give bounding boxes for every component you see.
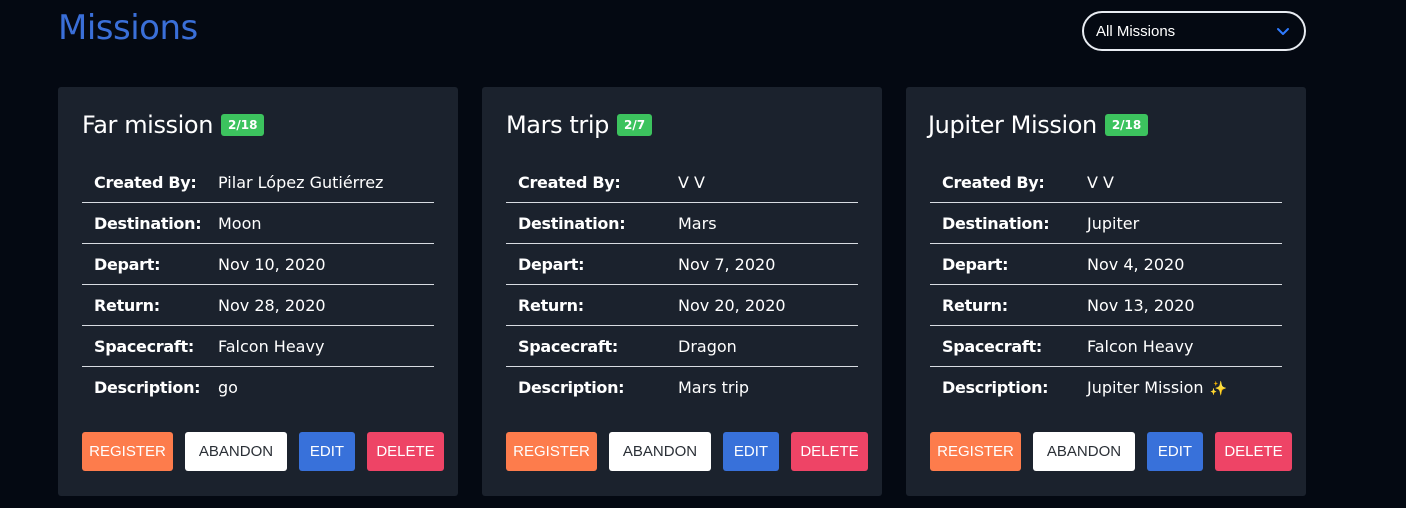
mission-filter-selected-value: All Missions <box>1096 22 1176 40</box>
mission-details-table: Created By: V V Destination: Jupiter Dep… <box>930 162 1282 407</box>
detail-row-created-by: Created By: V V <box>506 162 858 203</box>
detail-label: Created By: <box>506 162 678 203</box>
detail-label: Description: <box>518 377 625 397</box>
crew-count-badge: 2/18 <box>1104 114 1149 136</box>
detail-value: Falcon Heavy <box>218 325 434 367</box>
detail-row-spacecraft: Spacecraft: Falcon Heavy <box>930 325 1282 367</box>
detail-label: Spacecraft: <box>506 325 678 367</box>
detail-label: Created By: <box>930 162 1087 203</box>
detail-value: Dragon <box>678 325 858 367</box>
sparkles-icon: ✨ <box>1209 380 1227 397</box>
detail-label: Spacecraft: <box>930 325 1087 367</box>
detail-row-depart: Depart: Nov 4, 2020 <box>930 243 1282 285</box>
detail-value: V V <box>678 162 858 203</box>
detail-label: Destination: <box>82 202 218 244</box>
delete-button[interactable]: DELETE <box>1215 432 1292 471</box>
detail-row-description: Description: Jupiter Mission ✨ <box>930 367 1282 408</box>
detail-row-depart: Depart: Nov 10, 2020 <box>82 243 434 285</box>
detail-value: Nov 20, 2020 <box>678 284 858 326</box>
detail-value: Pilar López Gutiérrez <box>218 162 434 203</box>
description-text: Mars trip <box>678 377 750 397</box>
mission-actions: REGISTER ABANDON EDIT DELETE <box>506 432 868 471</box>
detail-label: Destination: <box>930 202 1087 244</box>
mission-actions: REGISTER ABANDON EDIT DELETE <box>930 432 1292 471</box>
detail-value: Nov 4, 2020 <box>1087 243 1282 285</box>
register-button[interactable]: REGISTER <box>82 432 173 471</box>
mission-details-table: Created By: V V Destination: Mars Depart… <box>506 162 858 407</box>
detail-row-destination: Destination: Mars <box>506 202 858 244</box>
detail-row-return: Return: Nov 13, 2020 <box>930 284 1282 326</box>
mission-card-header: Mars trip 2/7 <box>506 109 653 141</box>
detail-label: Depart: <box>930 243 1087 285</box>
description-text: Jupiter Mission <box>1087 377 1204 397</box>
mission-filter-select[interactable]: All Missions <box>1082 11 1306 51</box>
detail-label: Return: <box>82 284 218 326</box>
abandon-button[interactable]: ABANDON <box>1033 432 1135 471</box>
abandon-button[interactable]: ABANDON <box>185 432 287 471</box>
detail-row-spacecraft: Spacecraft: Dragon <box>506 325 858 367</box>
mission-card-header: Far mission 2/18 <box>82 109 265 141</box>
detail-label: Description: <box>94 377 201 397</box>
chevron-down-icon <box>1277 28 1289 35</box>
detail-value: Mars <box>678 202 858 244</box>
detail-row-return: Return: Nov 20, 2020 <box>506 284 858 326</box>
mission-card-jupiter-mission: Jupiter Mission 2/18 Created By: V V Des… <box>906 87 1306 496</box>
edit-button[interactable]: EDIT <box>1147 432 1203 471</box>
detail-row-created-by: Created By: Pilar López Gutiérrez <box>82 162 434 203</box>
edit-button[interactable]: EDIT <box>723 432 779 471</box>
detail-label: Depart: <box>506 243 678 285</box>
detail-label: Depart: <box>82 243 218 285</box>
register-button[interactable]: REGISTER <box>506 432 597 471</box>
detail-row-destination: Destination: Moon <box>82 202 434 244</box>
mission-title: Jupiter Mission <box>928 111 1097 139</box>
detail-value: Moon <box>218 202 434 244</box>
mission-card-header: Jupiter Mission 2/18 <box>928 109 1149 141</box>
detail-label: Description: <box>942 377 1049 397</box>
delete-button[interactable]: DELETE <box>367 432 444 471</box>
detail-value: Mars trip <box>678 367 858 408</box>
detail-value: V V <box>1087 162 1282 203</box>
detail-value: Jupiter Mission ✨ <box>1087 367 1282 408</box>
detail-label: Created By: <box>82 162 218 203</box>
description-text: go <box>218 377 238 397</box>
detail-row-depart: Depart: Nov 7, 2020 <box>506 243 858 285</box>
detail-row-created-by: Created By: V V <box>930 162 1282 203</box>
mission-title: Mars trip <box>506 111 609 139</box>
detail-value: Jupiter <box>1087 202 1282 244</box>
mission-card-mars-trip: Mars trip 2/7 Created By: V V Destinatio… <box>482 87 882 496</box>
mission-details-table: Created By: Pilar López Gutiérrez Destin… <box>82 162 434 407</box>
mission-title: Far mission <box>82 111 214 139</box>
detail-label: Return: <box>506 284 678 326</box>
detail-value: Nov 13, 2020 <box>1087 284 1282 326</box>
crew-count-badge: 2/18 <box>221 114 265 136</box>
register-button[interactable]: REGISTER <box>930 432 1021 471</box>
detail-label: Spacecraft: <box>82 325 218 367</box>
detail-row-description: Description: Mars trip <box>506 367 858 408</box>
crew-count-badge: 2/7 <box>617 114 653 136</box>
delete-button[interactable]: DELETE <box>791 432 868 471</box>
detail-label: Destination: <box>506 202 678 244</box>
detail-row-spacecraft: Spacecraft: Falcon Heavy <box>82 325 434 367</box>
detail-value: go <box>218 367 434 408</box>
detail-row-return: Return: Nov 28, 2020 <box>82 284 434 326</box>
detail-label: Return: <box>930 284 1087 326</box>
detail-value: Nov 10, 2020 <box>218 243 434 285</box>
mission-actions: REGISTER ABANDON EDIT DELETE <box>82 432 444 471</box>
page-title: Missions <box>58 8 198 48</box>
mission-card-far-mission: Far mission 2/18 Created By: Pilar López… <box>58 87 458 496</box>
edit-button[interactable]: EDIT <box>299 432 355 471</box>
detail-value: Nov 7, 2020 <box>678 243 858 285</box>
detail-value: Falcon Heavy <box>1087 325 1282 367</box>
abandon-button[interactable]: ABANDON <box>609 432 711 471</box>
detail-value: Nov 28, 2020 <box>218 284 434 326</box>
detail-row-destination: Destination: Jupiter <box>930 202 1282 244</box>
detail-row-description: Description: go <box>82 367 434 408</box>
